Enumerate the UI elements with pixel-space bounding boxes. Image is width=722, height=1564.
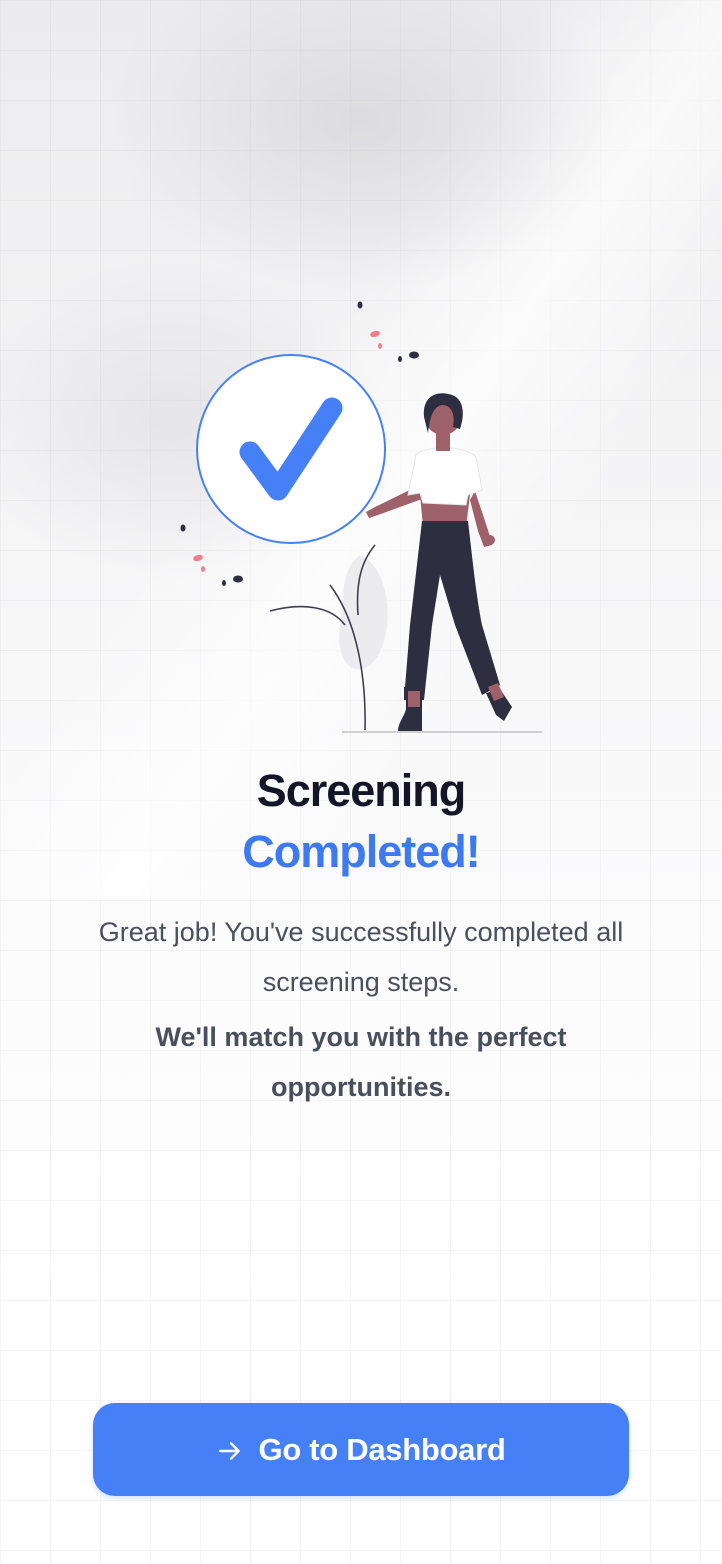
success-description: Great job! You've successfully completed… xyxy=(98,917,624,997)
go-to-dashboard-button[interactable]: Go to Dashboard xyxy=(93,1403,629,1496)
checkmark-icon xyxy=(196,354,386,544)
success-illustration xyxy=(180,301,542,733)
page-title-line2: Completed! xyxy=(242,826,481,877)
match-message: We'll match you with the perfect opportu… xyxy=(155,1022,567,1102)
person-figure xyxy=(366,393,512,731)
go-to-dashboard-label: Go to Dashboard xyxy=(258,1431,506,1467)
page-title-line1: Screening xyxy=(256,765,467,816)
arrow-right-icon xyxy=(218,1441,240,1460)
